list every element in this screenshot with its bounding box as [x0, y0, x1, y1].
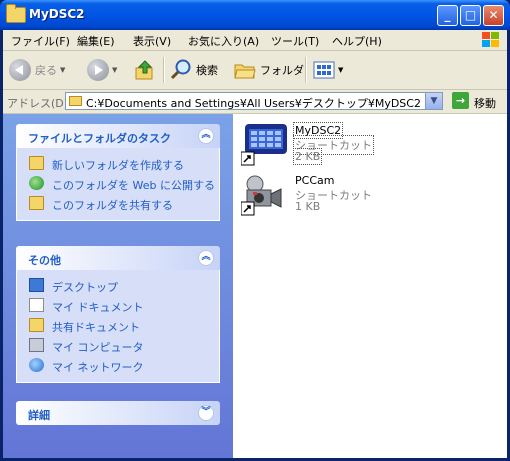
search-icon — [170, 59, 191, 80]
file-list: MyDSC2 ショートカット 2 KB PCCam ショートカット 1 KB — [233, 114, 507, 458]
place-my-computer[interactable]: マイ コンピュータ — [17, 336, 219, 356]
address-input[interactable]: C:¥Documents and Settings¥All Users¥デスクト… — [65, 92, 443, 110]
my-computer-icon — [29, 338, 44, 352]
panel-header[interactable]: 詳細 ︾ — [16, 401, 220, 425]
search-label: 検索 — [196, 64, 218, 77]
collapse-chevron-icon[interactable]: ︽ — [198, 128, 214, 144]
window-title: MyDSC2 — [29, 7, 85, 21]
address-label: アドレス(D) — [7, 97, 69, 110]
forward-button[interactable]: ▼ — [87, 55, 117, 85]
shortcut-app-icon — [241, 124, 287, 166]
chevron-down-icon: ▼ — [60, 66, 66, 74]
panel-title: 詳細 — [28, 409, 50, 422]
menu-favorites[interactable]: お気に入り(A) — [188, 33, 259, 49]
file-name[interactable]: PCCam — [295, 174, 334, 187]
forward-arrow-icon — [87, 59, 109, 81]
back-arrow-icon — [9, 59, 31, 81]
task-share-folder[interactable]: このフォルダを共有する — [17, 194, 219, 214]
desktop-icon — [29, 278, 44, 292]
new-folder-icon — [29, 156, 44, 170]
go-button[interactable]: 移動 — [474, 95, 496, 111]
menu-help[interactable]: ヘルプ(H) — [332, 33, 382, 49]
place-desktop[interactable]: デスクトップ — [17, 276, 219, 296]
panel-header[interactable]: ファイルとフォルダのタスク ︽ — [16, 124, 220, 148]
chevron-down-icon: ▼ — [112, 66, 118, 74]
chevron-down-icon: ▼ — [338, 66, 344, 74]
menu-view[interactable]: 表示(V) — [133, 33, 171, 49]
search-button[interactable]: 検索 — [169, 55, 218, 85]
title-bar[interactable]: MyDSC2 _ □ ✕ — [0, 0, 510, 30]
other-places-panel: その他 ︽ デスクトップ マイ ドキュメント 共有ドキュメント マイ コンピュー… — [16, 246, 220, 383]
up-folder-icon — [135, 60, 153, 80]
task-label[interactable]: 新しいフォルダを作成する — [52, 157, 184, 173]
address-dropdown-button[interactable]: ▼ — [425, 93, 442, 109]
folders-label: フォルダ — [260, 64, 304, 77]
toolbar: 戻る ▼ ▼ 検索 フォルダ ▼ — [3, 51, 507, 90]
place-label[interactable]: マイ ドキュメント — [52, 299, 144, 315]
my-documents-icon — [29, 298, 44, 312]
my-network-icon — [29, 358, 44, 372]
explorer-window: MyDSC2 _ □ ✕ ファイル(F) 編集(E) 表示(V) お気に入り(A… — [0, 0, 510, 461]
place-label[interactable]: デスクトップ — [52, 279, 118, 295]
details-panel: 詳細 ︾ — [16, 401, 220, 425]
windows-logo-icon — [482, 32, 499, 47]
place-my-network[interactable]: マイ ネットワーク — [17, 356, 219, 376]
panel-title: その他 — [28, 254, 61, 267]
task-publish-web[interactable]: このフォルダを Web に公開する — [17, 174, 219, 194]
place-label[interactable]: マイ ネットワーク — [52, 359, 144, 375]
folders-icon — [234, 64, 256, 79]
menu-edit[interactable]: 編集(E) — [77, 33, 115, 49]
address-bar: アドレス(D) C:¥Documents and Settings¥All Us… — [3, 90, 507, 114]
window-body: ファイル(F) 編集(E) 表示(V) お気に入り(A) ツール(T) ヘルプ(… — [3, 30, 507, 458]
camera-shortcut-icon — [241, 175, 282, 216]
place-shared-documents[interactable]: 共有ドキュメント — [17, 316, 219, 336]
up-folder-button[interactable] — [134, 55, 156, 85]
views-icon — [313, 61, 335, 79]
file-folder-tasks-panel: ファイルとフォルダのタスク ︽ 新しいフォルダを作成する このフォルダを Web… — [16, 124, 220, 221]
place-label[interactable]: 共有ドキュメント — [52, 319, 140, 335]
place-my-documents[interactable]: マイ ドキュメント — [17, 296, 219, 316]
file-size: 1 KB — [295, 200, 321, 213]
shared-documents-icon — [29, 318, 44, 332]
minimize-button[interactable]: _ — [437, 5, 458, 26]
publish-web-icon — [29, 176, 44, 190]
file-name[interactable]: MyDSC2 — [292, 122, 344, 139]
panel-title: ファイルとフォルダのタスク — [28, 132, 171, 145]
views-button[interactable]: ▼ — [313, 55, 343, 85]
share-folder-icon — [29, 196, 44, 210]
panel-body: 新しいフォルダを作成する このフォルダを Web に公開する このフォルダを共有… — [16, 148, 220, 221]
task-label[interactable]: このフォルダを Web に公開する — [52, 177, 215, 193]
menu-tools[interactable]: ツール(T) — [271, 33, 319, 49]
back-button[interactable]: 戻る ▼ — [9, 55, 65, 85]
panel-body: デスクトップ マイ ドキュメント 共有ドキュメント マイ コンピュータ マイ ネ… — [16, 270, 220, 383]
file-item-mydsc2[interactable]: MyDSC2 ショートカット 2 KB — [241, 122, 461, 166]
place-label[interactable]: マイ コンピュータ — [52, 339, 144, 355]
close-button[interactable]: ✕ — [483, 5, 504, 26]
task-pane: ファイルとフォルダのタスク ︽ 新しいフォルダを作成する このフォルダを Web… — [3, 114, 233, 458]
file-item-pccam[interactable]: PCCam ショートカット 1 KB — [241, 172, 461, 216]
folders-button[interactable]: フォルダ — [233, 55, 304, 85]
panel-header[interactable]: その他 ︽ — [16, 246, 220, 270]
menu-bar: ファイル(F) 編集(E) 表示(V) お気に入り(A) ツール(T) ヘルプ(… — [3, 30, 507, 51]
expand-chevron-icon[interactable]: ︾ — [198, 405, 214, 421]
collapse-chevron-icon[interactable]: ︽ — [198, 250, 214, 266]
back-label: 戻る — [35, 64, 57, 77]
task-new-folder[interactable]: 新しいフォルダを作成する — [17, 154, 219, 174]
go-arrow-icon[interactable]: → — [452, 92, 469, 109]
folder-icon — [69, 96, 82, 106]
address-path: C:¥Documents and Settings¥All Users¥デスクト… — [86, 97, 421, 110]
maximize-button[interactable]: □ — [460, 5, 481, 26]
folder-icon — [6, 4, 26, 23]
menu-file[interactable]: ファイル(F) — [11, 33, 70, 49]
task-label[interactable]: このフォルダを共有する — [52, 197, 173, 213]
file-size: 2 KB — [292, 148, 323, 165]
